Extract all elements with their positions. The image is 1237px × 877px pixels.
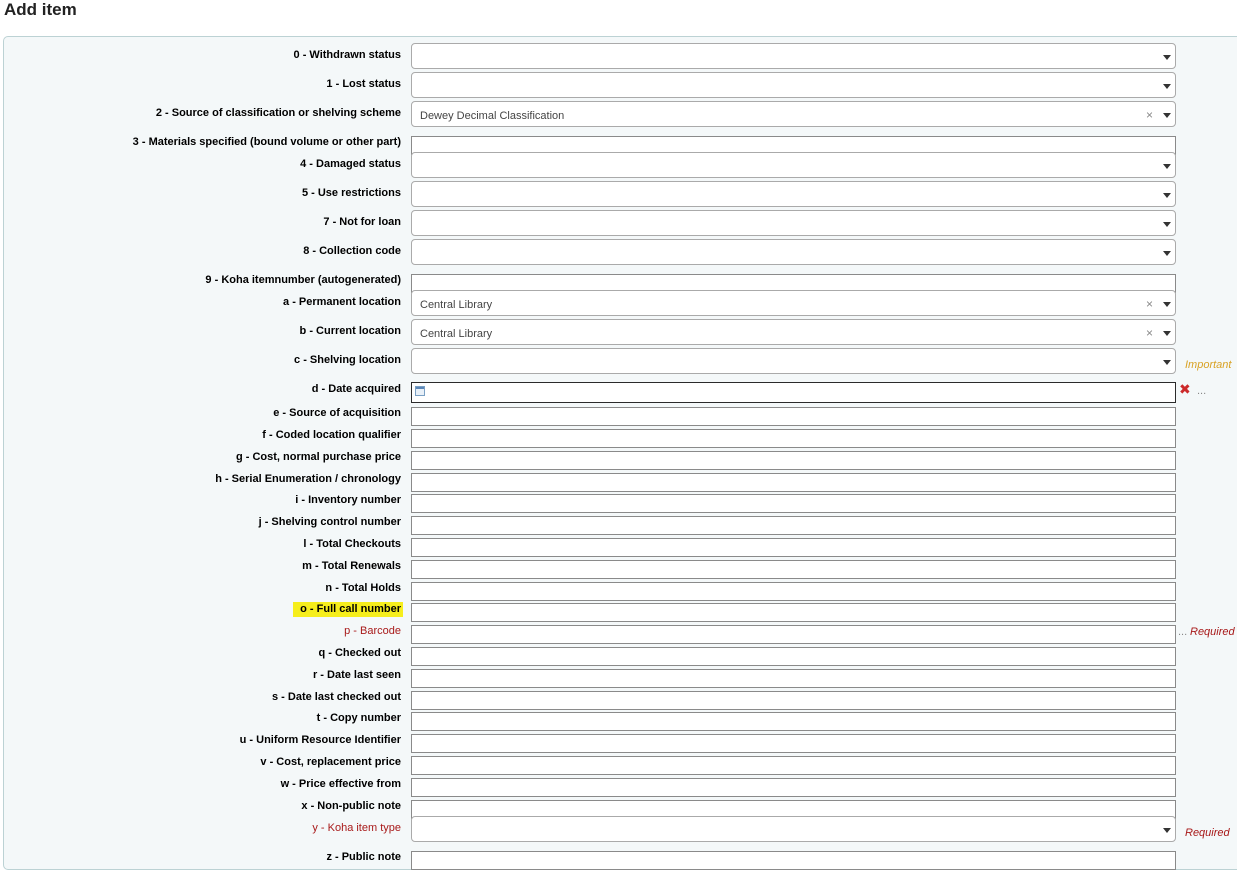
important-note: Important — [1185, 359, 1232, 371]
input-price-effective-from[interactable] — [411, 778, 1176, 797]
input-uri[interactable] — [411, 734, 1176, 753]
input-serial-enumeration[interactable] — [411, 473, 1176, 492]
label-purchase-price: g - Cost, normal purchase price — [235, 451, 401, 463]
chevron-down-icon[interactable] — [1163, 331, 1171, 336]
input-full-call-number[interactable] — [411, 603, 1176, 622]
label-inventory-number: i - Inventory number — [295, 494, 401, 506]
clear-icon[interactable]: × — [1146, 297, 1153, 311]
label-copy-number: t - Copy number — [316, 712, 401, 724]
label-not-for-loan: 7 - Not for loan — [323, 216, 401, 228]
label-source-acquisition: e - Source of acquisition — [273, 407, 401, 419]
label-total-checkouts: l - Total Checkouts — [303, 538, 401, 550]
select-shelving-location[interactable] — [411, 348, 1176, 374]
label-use-restrictions: 5 - Use restrictions — [301, 187, 401, 199]
select-current-location[interactable]: Central Library × — [411, 319, 1176, 345]
label-shelving-control: j - Shelving control number — [258, 516, 401, 528]
clear-icon[interactable]: × — [1146, 326, 1153, 340]
select-lost-status[interactable] — [411, 72, 1176, 98]
input-checked-out[interactable] — [411, 647, 1176, 666]
label-permanent-location: a - Permanent location — [283, 296, 401, 308]
select-collection-code[interactable] — [411, 239, 1176, 265]
label-withdrawn-status: 0 - Withdrawn status — [293, 49, 401, 61]
select-koha-item-type[interactable] — [411, 816, 1176, 842]
input-total-checkouts[interactable] — [411, 538, 1176, 557]
input-purchase-price[interactable] — [411, 451, 1176, 470]
chevron-down-icon[interactable] — [1163, 360, 1171, 365]
label-collection-code: 8 - Collection code — [303, 245, 401, 257]
input-replacement-price[interactable] — [411, 756, 1176, 775]
label-lost-status: 1 - Lost status — [326, 78, 401, 90]
select-not-for-loan[interactable] — [411, 210, 1176, 236]
page-title: Add item — [4, 0, 77, 19]
label-date-last-checked-out: s - Date last checked out — [272, 691, 401, 703]
label-barcode: p - Barcode — [344, 625, 401, 637]
clear-icon[interactable]: × — [1146, 108, 1153, 122]
input-inventory-number[interactable] — [411, 494, 1176, 513]
calendar-icon[interactable] — [415, 386, 425, 396]
label-coded-location: f - Coded location qualifier — [262, 429, 401, 441]
label-damaged-status: 4 - Damaged status — [300, 158, 401, 170]
chevron-down-icon[interactable] — [1163, 55, 1171, 60]
chevron-down-icon[interactable] — [1163, 113, 1171, 118]
chevron-down-icon[interactable] — [1163, 222, 1171, 227]
input-barcode[interactable] — [411, 625, 1176, 644]
input-date-last-seen[interactable] — [411, 669, 1176, 688]
select-permanent-location[interactable]: Central Library × — [411, 290, 1176, 316]
label-public-note: z - Public note — [326, 851, 401, 863]
chevron-down-icon[interactable] — [1163, 302, 1171, 307]
more-icon[interactable]: ... — [1197, 385, 1206, 397]
chevron-down-icon[interactable] — [1163, 193, 1171, 198]
label-replacement-price: v - Cost, replacement price — [260, 756, 401, 768]
label-price-effective-from: w - Price effective from — [280, 778, 401, 790]
input-coded-location[interactable] — [411, 429, 1176, 448]
item-form-panel: 0 - Withdrawn status 1 - Lost status 2 -… — [3, 36, 1237, 870]
select-damaged-status[interactable] — [411, 152, 1176, 178]
input-date-acquired[interactable] — [411, 382, 1176, 403]
label-shelving-location: c - Shelving location — [294, 354, 401, 366]
label-current-location: b - Current location — [299, 325, 401, 337]
required-note: Required — [1185, 827, 1230, 839]
chevron-down-icon[interactable] — [1163, 84, 1171, 89]
chevron-down-icon[interactable] — [1163, 828, 1171, 833]
required-note: Required — [1190, 626, 1235, 638]
input-shelving-control[interactable] — [411, 516, 1176, 535]
label-uri: u - Uniform Resource Identifier — [239, 734, 401, 746]
label-date-last-seen: r - Date last seen — [312, 669, 401, 681]
label-date-acquired: d - Date acquired — [311, 383, 401, 395]
input-total-renewals[interactable] — [411, 560, 1176, 579]
more-icon[interactable]: ... — [1178, 626, 1187, 638]
label-checked-out: q - Checked out — [318, 647, 401, 659]
delete-icon[interactable]: ✖ — [1179, 381, 1191, 398]
label-classification-source: 2 - Source of classification or shelving… — [155, 107, 401, 119]
label-full-call-number: o - Full call number — [293, 602, 403, 617]
label-koha-itemnumber: 9 - Koha itemnumber (autogenerated) — [205, 274, 401, 286]
chevron-down-icon[interactable] — [1163, 164, 1171, 169]
input-date-last-checked-out[interactable] — [411, 691, 1176, 710]
label-total-holds: n - Total Holds — [325, 582, 401, 594]
label-materials-specified: 3 - Materials specified (bound volume or… — [132, 136, 401, 148]
select-value: Central Library — [420, 328, 493, 340]
label-nonpublic-note: x - Non-public note — [301, 800, 401, 812]
select-use-restrictions[interactable] — [411, 181, 1176, 207]
select-classification-source[interactable]: Dewey Decimal Classification × — [411, 101, 1176, 127]
label-koha-item-type: y - Koha item type — [312, 822, 401, 834]
input-public-note[interactable] — [411, 851, 1176, 870]
label-serial-enumeration: h - Serial Enumeration / chronology — [215, 473, 401, 485]
select-value: Dewey Decimal Classification — [420, 110, 565, 122]
select-value: Central Library — [420, 299, 493, 311]
label-total-renewals: m - Total Renewals — [302, 560, 401, 572]
chevron-down-icon[interactable] — [1163, 251, 1171, 256]
input-source-acquisition[interactable] — [411, 407, 1176, 426]
select-withdrawn-status[interactable] — [411, 43, 1176, 69]
input-copy-number[interactable] — [411, 712, 1176, 731]
input-total-holds[interactable] — [411, 582, 1176, 601]
